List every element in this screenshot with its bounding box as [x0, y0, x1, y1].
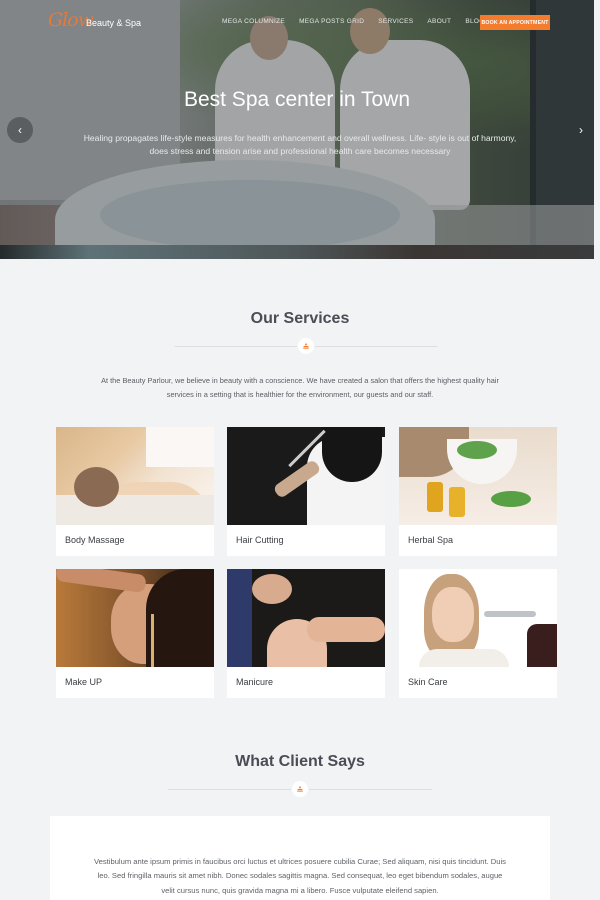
- chevron-right-icon: ›: [579, 123, 583, 137]
- service-card-hair-cutting[interactable]: Hair Cutting: [227, 427, 385, 556]
- main-nav: MEGA COLUMNIZE MEGA POSTS GRID SERVICES …: [222, 18, 499, 25]
- hero-title: Best Spa center in Town: [183, 88, 411, 111]
- service-label: Manicure: [236, 677, 274, 687]
- slider-next-button[interactable]: ›: [574, 120, 588, 140]
- service-label: Herbal Spa: [408, 535, 454, 545]
- service-label: Body Massage: [65, 535, 125, 545]
- service-image-body-massage: [56, 427, 214, 525]
- slider-prev-button[interactable]: ‹: [7, 117, 33, 143]
- testimonials-divider-right: [309, 789, 432, 790]
- service-label: Make UP: [65, 677, 103, 687]
- testimonial-text: Vestibulum ante ipsum primis in faucibus…: [94, 857, 506, 895]
- site-header: Glow Beauty & Spa MEGA COLUMNIZE MEGA PO…: [0, 0, 600, 44]
- service-card-make-up[interactable]: Make UP: [56, 569, 214, 698]
- services-description: At the Beauty Parlour, we believe in bea…: [101, 376, 499, 399]
- services-title: Our Services: [250, 310, 350, 327]
- service-card-manicure[interactable]: Manicure: [227, 569, 385, 698]
- service-image-skin-care: [399, 569, 557, 667]
- service-image-herbal-spa: [399, 427, 557, 525]
- services-divider-right: [315, 346, 437, 347]
- nav-item-mega-columnize[interactable]: MEGA COLUMNIZE: [222, 18, 285, 25]
- hero-description: Healing propagates life-style measures f…: [83, 133, 517, 156]
- nav-item-services[interactable]: SERVICES: [378, 18, 413, 25]
- testimonials-divider-left: [168, 789, 291, 790]
- nav-item-mega-posts-grid[interactable]: MEGA POSTS GRID: [299, 18, 364, 25]
- hero-next-slide-peek: [0, 245, 594, 259]
- book-appointment-button[interactable]: BOOK AN APPOINTMENT: [480, 15, 550, 30]
- testimonial-card: Vestibulum ante ipsum primis in faucibus…: [50, 816, 550, 900]
- service-image-hair-cutting: [227, 427, 385, 525]
- service-card-body-massage[interactable]: Body Massage: [56, 427, 214, 556]
- service-label: Skin Care: [408, 677, 448, 687]
- logo-text[interactable]: Beauty & Spa: [86, 18, 141, 28]
- service-label: Hair Cutting: [236, 535, 284, 545]
- service-image-make-up: [56, 569, 214, 667]
- service-card-skin-care[interactable]: Skin Care: [399, 569, 557, 698]
- chevron-left-icon: ‹: [18, 123, 22, 137]
- lotus-icon: [292, 781, 308, 797]
- testimonials-title: What Client Says: [235, 753, 365, 770]
- lotus-icon: [298, 338, 314, 354]
- nav-item-about[interactable]: ABOUT: [427, 18, 451, 25]
- service-image-manicure: [227, 569, 385, 667]
- service-card-herbal-spa[interactable]: Herbal Spa: [399, 427, 557, 556]
- services-divider-left: [175, 346, 297, 347]
